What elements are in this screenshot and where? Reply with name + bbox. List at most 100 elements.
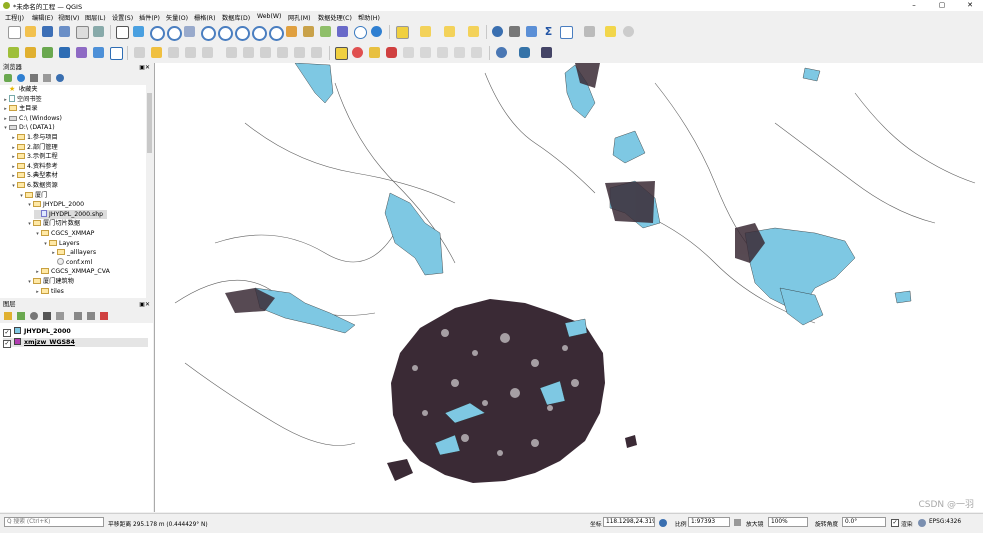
- browser-item[interactable]: ▸ CGCS_XMMAP_CVA: [34, 267, 110, 276]
- refresh-icon[interactable]: [371, 26, 382, 37]
- menu-help[interactable]: 帮助(H): [358, 13, 380, 22]
- label-style-icon[interactable]: [386, 47, 397, 58]
- browser-item[interactable]: ▾ 厦门切片数据: [26, 219, 80, 228]
- expand-down-icon[interactable]: ▾: [18, 192, 25, 201]
- save-project-icon[interactable]: [42, 26, 53, 37]
- change-label-icon[interactable]: [454, 47, 465, 58]
- rotation-field[interactable]: 0.0°: [842, 517, 886, 527]
- menu-vector[interactable]: 矢量(O): [166, 13, 188, 22]
- layer-item-jhydpl[interactable]: ✓ JHYDPL_2000: [3, 327, 71, 337]
- vertex-tool-icon[interactable]: [202, 47, 213, 58]
- plugin-icon[interactable]: [541, 47, 552, 58]
- zoom-last-icon[interactable]: [252, 26, 267, 41]
- layer-item-xmjzw[interactable]: ✓ xmjzw_WGS84: [3, 338, 148, 348]
- settings-gear-icon[interactable]: [526, 26, 537, 37]
- manage-map-themes-icon[interactable]: [30, 312, 38, 320]
- menu-layer[interactable]: 图层(L): [85, 13, 106, 22]
- map-canvas[interactable]: CSDN @一羽: [154, 63, 983, 512]
- browser-item[interactable]: ▾ D:\ (DATA1): [2, 123, 54, 133]
- browser-item[interactable]: ▸ tiles: [34, 287, 64, 296]
- expand-right-icon[interactable]: ▸: [34, 288, 41, 297]
- expand-down-icon[interactable]: ▾: [34, 230, 41, 239]
- coordinate-field[interactable]: 118.1298,24.3190: [603, 517, 655, 527]
- browser-item[interactable]: ▾ 厦门建筑物: [26, 277, 74, 286]
- filter-icon[interactable]: [30, 74, 38, 82]
- copy-features-icon[interactable]: [260, 47, 271, 58]
- properties-icon[interactable]: [56, 74, 64, 82]
- add-wms-icon[interactable]: [93, 47, 104, 58]
- map-tips-icon[interactable]: [623, 26, 634, 37]
- zoom-selection-icon[interactable]: [201, 26, 216, 41]
- remove-layer-icon[interactable]: [100, 312, 108, 320]
- rotate-label-icon[interactable]: [437, 47, 448, 58]
- zoom-out-icon[interactable]: [167, 26, 182, 41]
- digitize-pencil-icon[interactable]: [134, 47, 145, 58]
- browser-item[interactable]: ▸ 主目录: [2, 104, 38, 113]
- browser-item[interactable]: ▾ 厦门: [18, 191, 47, 200]
- add-selected-layers-icon[interactable]: [4, 74, 12, 82]
- pan-hand-icon[interactable]: [116, 26, 129, 39]
- save-as-icon[interactable]: [59, 26, 70, 37]
- add-vector-icon[interactable]: [42, 47, 53, 58]
- expand-down-icon[interactable]: ▾: [42, 240, 49, 249]
- select-features-icon[interactable]: [420, 26, 431, 37]
- measure-icon[interactable]: [584, 26, 595, 37]
- collapse-all-layers-icon[interactable]: [87, 312, 95, 320]
- magnifier-field[interactable]: 100%: [768, 517, 808, 527]
- identify-icon[interactable]: [492, 26, 503, 37]
- browser-item[interactable]: ▸ C:\ (Windows): [2, 114, 62, 123]
- browser-item[interactable]: ▾ 6.数据资源: [10, 181, 58, 190]
- collapse-all-icon[interactable]: [43, 74, 51, 82]
- browser-scrollbar[interactable]: [146, 85, 153, 298]
- data-source-manager-icon[interactable]: [8, 47, 19, 58]
- zoom-next-icon[interactable]: [269, 26, 284, 41]
- browser-item[interactable]: ▸ 2.部门管理: [10, 143, 58, 152]
- add-raster-icon[interactable]: [59, 47, 70, 58]
- filter-expression-icon[interactable]: [56, 312, 64, 320]
- menu-settings[interactable]: 设置(S): [112, 13, 133, 22]
- expand-down-icon[interactable]: ▾: [26, 220, 33, 229]
- layer-visibility-checkbox[interactable]: ✓: [3, 340, 11, 348]
- crs-globe-icon[interactable]: [918, 519, 926, 527]
- new-project-icon[interactable]: [8, 26, 21, 39]
- new-geopackage-icon[interactable]: [25, 47, 36, 58]
- cut-features-icon[interactable]: [243, 47, 254, 58]
- expand-all-icon[interactable]: [74, 312, 82, 320]
- expand-down-icon[interactable]: ▾: [26, 201, 33, 210]
- menu-raster[interactable]: 栅格(R): [194, 13, 216, 22]
- browser-item[interactable]: ▾ JHYDPL_2000: [26, 200, 84, 209]
- menu-mesh[interactable]: 网孔(M): [288, 13, 311, 22]
- move-label-icon[interactable]: [420, 47, 431, 58]
- select-by-value-icon[interactable]: [444, 26, 455, 37]
- clock-icon[interactable]: [354, 26, 367, 39]
- panel-close-icon[interactable]: ▣✕: [139, 300, 150, 309]
- zoom-native-icon[interactable]: [235, 26, 250, 41]
- temporal-icon[interactable]: [337, 26, 348, 37]
- style-panel-icon[interactable]: [4, 312, 12, 320]
- expand-down-icon[interactable]: ▾: [10, 182, 17, 191]
- browser-item[interactable]: ▸ 5.典型素材: [10, 171, 58, 180]
- browser-item[interactable]: ▾ Layers: [42, 239, 79, 248]
- browser-item[interactable]: JHYDPL_2000.shp: [34, 209, 108, 219]
- paste-features-icon[interactable]: [277, 47, 288, 58]
- expand-down-icon[interactable]: ▾: [26, 278, 33, 287]
- maximize-button[interactable]: ▢: [932, 1, 952, 9]
- menu-processing[interactable]: 数据处理(C): [318, 13, 352, 22]
- browser-item[interactable]: ▸ 空间书签: [2, 94, 42, 104]
- browser-item[interactable]: ▸ _alllayers: [50, 248, 96, 257]
- expand-down-icon[interactable]: ▾: [2, 124, 9, 133]
- python-console-icon[interactable]: [519, 47, 530, 58]
- menu-web[interactable]: Web(W): [257, 13, 281, 20]
- add-virtual-icon[interactable]: [110, 47, 123, 60]
- add-group-icon[interactable]: [17, 312, 25, 320]
- coordinate-toggle-icon[interactable]: [659, 519, 667, 527]
- pin-labels-icon[interactable]: [369, 47, 380, 58]
- bookmarks-icon[interactable]: [303, 26, 314, 37]
- browser-item[interactable]: ▾ CGCS_XMMAP: [34, 229, 94, 238]
- delete-selected-icon[interactable]: [226, 47, 237, 58]
- zoom-layer-icon[interactable]: [218, 26, 233, 41]
- zoom-in-icon[interactable]: [150, 26, 165, 41]
- render-checkbox[interactable]: ✓: [891, 519, 899, 527]
- redo-icon[interactable]: [311, 47, 322, 58]
- locator-search-input[interactable]: Q 搜索 (Ctrl+K): [4, 517, 104, 527]
